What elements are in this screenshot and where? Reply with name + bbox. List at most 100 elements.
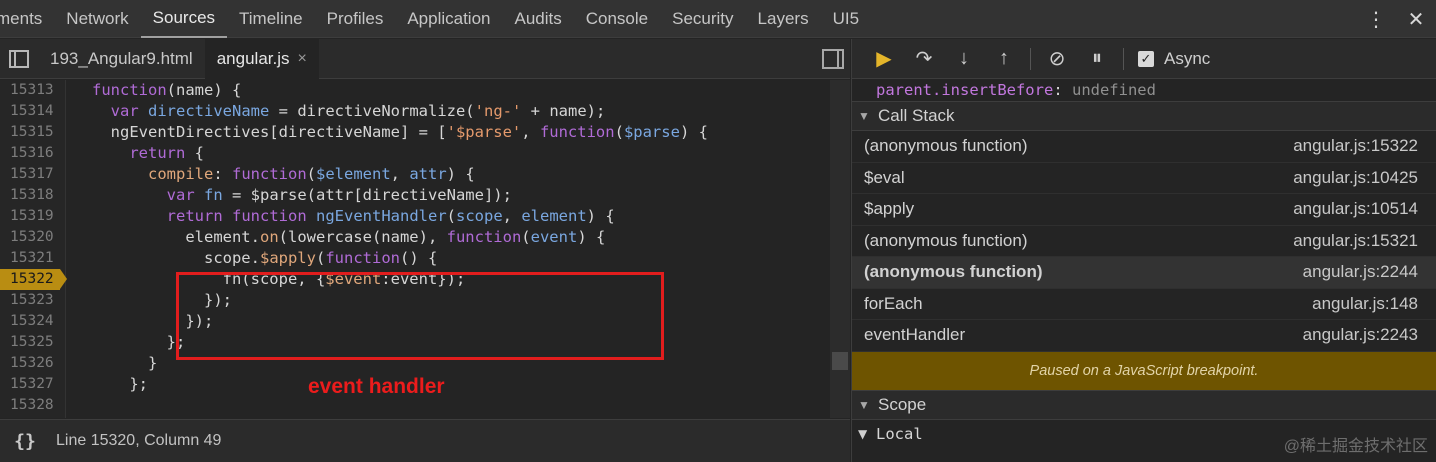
line-number[interactable]: 15328: [0, 395, 60, 416]
call-frame[interactable]: $eval angular.js:10425: [852, 163, 1436, 194]
editor-status-bar: {} Line 15320, Column 49: [0, 419, 850, 462]
code-text: scope.$apply(function() {: [92, 249, 438, 267]
call-frame-name: eventHandler: [864, 325, 966, 345]
code-text: function(name) {: [92, 81, 242, 99]
vertical-scrollbar[interactable]: [830, 80, 850, 418]
call-frame-name: (anonymous function): [864, 136, 1028, 156]
code-text: compile: function($element, attr) {: [148, 165, 475, 183]
call-frame-location[interactable]: angular.js:10425: [1293, 168, 1418, 188]
pause-on-exceptions-icon[interactable]: ⏸: [1077, 39, 1117, 79]
line-number[interactable]: 15327: [0, 374, 60, 395]
line-number[interactable]: 15325: [0, 332, 60, 353]
code-line[interactable]: 15321 scope.$apply(function() {: [0, 248, 830, 269]
close-icon[interactable]: ✕: [1396, 7, 1436, 32]
line-number[interactable]: 15321: [0, 248, 60, 269]
cursor-position: Line 15320, Column 49: [56, 432, 222, 449]
watch-value: undefined: [1071, 81, 1156, 99]
line-number[interactable]: 15324: [0, 311, 60, 332]
watermark: @稀土掘金技术社区: [1283, 438, 1428, 455]
tab-ui5[interactable]: UI5: [821, 0, 871, 38]
tab-network[interactable]: Network: [54, 0, 140, 38]
sources-editor-pane: 193_Angular9.html angular.js × 15313 functi…: [0, 38, 850, 462]
code-line[interactable]: 15314 var directiveName = directiveNorma…: [0, 101, 830, 122]
line-number[interactable]: 15326: [0, 353, 60, 374]
call-frame[interactable]: (anonymous function) angular.js:2244: [852, 257, 1436, 289]
call-frame[interactable]: eventHandler angular.js:2243: [852, 320, 1436, 352]
call-stack-list: (anonymous function) angular.js:15322 $eva…: [852, 131, 1436, 352]
call-frame[interactable]: (anonymous function) angular.js:15322: [852, 131, 1436, 163]
line-number[interactable]: 15318: [0, 185, 60, 206]
call-frame-location[interactable]: angular.js:2244: [1303, 262, 1418, 282]
call-frame[interactable]: $apply angular.js:10514: [852, 194, 1436, 226]
code-text: return function ngEventHandler(scope, el…: [166, 207, 615, 225]
step-out-icon[interactable]: ↑: [984, 39, 1024, 79]
call-stack-header[interactable]: ▼ Call Stack: [852, 101, 1436, 131]
file-tab-label: 193_Angular9.html: [50, 48, 193, 68]
close-tab-icon[interactable]: ×: [298, 50, 307, 68]
line-number[interactable]: 15323: [0, 290, 60, 311]
event-handler-highlight-box: [176, 272, 664, 360]
code-line[interactable]: 15320 element.on(lowercase(name), functi…: [0, 227, 830, 248]
code-line[interactable]: 15315 ngEventDirectives[directiveName] =…: [0, 122, 830, 143]
tab-timeline[interactable]: Timeline: [227, 0, 315, 38]
line-number[interactable]: 15313: [0, 80, 60, 101]
call-frame-location[interactable]: angular.js:15322: [1293, 136, 1418, 156]
tab-security[interactable]: Security: [660, 0, 745, 38]
tab-layers[interactable]: Layers: [746, 0, 821, 38]
code-line[interactable]: 15313 function(name) {: [0, 80, 830, 101]
code-line[interactable]: 15319 return function ngEventHandler(sco…: [0, 206, 830, 227]
line-number[interactable]: 15317: [0, 164, 60, 185]
call-frame[interactable]: forEach angular.js:148: [852, 289, 1436, 320]
resume-icon[interactable]: ▶: [864, 39, 904, 79]
debugger-toggle-icon[interactable]: [822, 49, 844, 69]
watch-expression-row[interactable]: parent.insertBefore: undefined: [852, 79, 1436, 101]
watch-key: parent.insertBefore: [876, 81, 1054, 99]
file-tab-bar: 193_Angular9.html angular.js ×: [0, 38, 850, 79]
async-checkbox[interactable]: ✓: [1138, 50, 1154, 67]
line-number[interactable]: 15319: [0, 206, 60, 227]
line-number[interactable]: 15314: [0, 101, 60, 122]
code-editor[interactable]: 15313 function(name) { 15314 var directive…: [0, 80, 830, 418]
tab-application[interactable]: Application: [395, 0, 502, 38]
code-text: }: [92, 354, 158, 372]
scope-local-label: Local: [876, 424, 923, 443]
tab-sources[interactable]: Sources: [140, 0, 228, 38]
call-frame[interactable]: (anonymous function) angular.js:15321: [852, 226, 1436, 257]
call-frame-name: $apply: [864, 199, 915, 219]
call-frame-location[interactable]: angular.js:10514: [1293, 199, 1418, 219]
call-frame-location[interactable]: angular.js:15321: [1293, 231, 1418, 251]
code-line[interactable]: 15317 compile: function($element, attr) …: [0, 164, 830, 185]
scope-header[interactable]: ▼ Scope: [852, 389, 1436, 420]
call-frame-location[interactable]: angular.js:148: [1312, 294, 1418, 314]
call-frame-location[interactable]: angular.js:2243: [1303, 325, 1418, 345]
code-text: };: [92, 375, 148, 393]
more-options-icon[interactable]: ⋮: [1356, 7, 1396, 32]
code-text: var directiveName = directiveNormalize('…: [110, 102, 606, 120]
breakpoint-line-number[interactable]: 15322: [0, 269, 67, 290]
step-over-icon[interactable]: ↷: [904, 39, 944, 79]
file-tab-label: angular.js: [216, 48, 290, 68]
tab-profiles[interactable]: Profiles: [315, 0, 396, 38]
tab-console[interactable]: Console: [574, 0, 660, 38]
navigator-toggle-icon[interactable]: [0, 39, 38, 79]
scope-title: Scope: [878, 394, 927, 414]
step-into-icon[interactable]: ↓: [944, 39, 984, 79]
tab-audits[interactable]: Audits: [503, 0, 574, 38]
event-handler-annotation: event handler: [308, 375, 445, 398]
deactivate-breakpoints-icon[interactable]: ⊘: [1037, 39, 1077, 79]
code-line[interactable]: 15316 return {: [0, 143, 830, 164]
call-stack-title: Call Stack: [878, 106, 955, 125]
line-number[interactable]: 15316: [0, 143, 60, 164]
file-tab-1[interactable]: angular.js ×: [204, 38, 319, 79]
expand-triangle-icon: ▼: [858, 109, 870, 123]
debugger-toolbar: ▶ ↷ ↓ ↑ ⊘ ⏸ ✓ Async: [852, 39, 1436, 79]
devtools-tab-bar: ments Network Sources Timeline Profiles Appli…: [0, 0, 1436, 38]
line-number[interactable]: 15315: [0, 122, 60, 143]
tab-ments[interactable]: ments: [0, 0, 54, 38]
line-number[interactable]: 15320: [0, 227, 60, 248]
code-line[interactable]: 15318 var fn = $parse(attr[directiveName…: [0, 185, 830, 206]
code-text: return {: [129, 144, 204, 162]
pretty-print-button[interactable]: {}: [0, 431, 50, 452]
file-tab-0[interactable]: 193_Angular9.html: [38, 39, 205, 79]
debugger-sidebar: ▶ ↷ ↓ ↑ ⊘ ⏸ ✓ Async parent.insertBefore:…: [851, 39, 1436, 462]
